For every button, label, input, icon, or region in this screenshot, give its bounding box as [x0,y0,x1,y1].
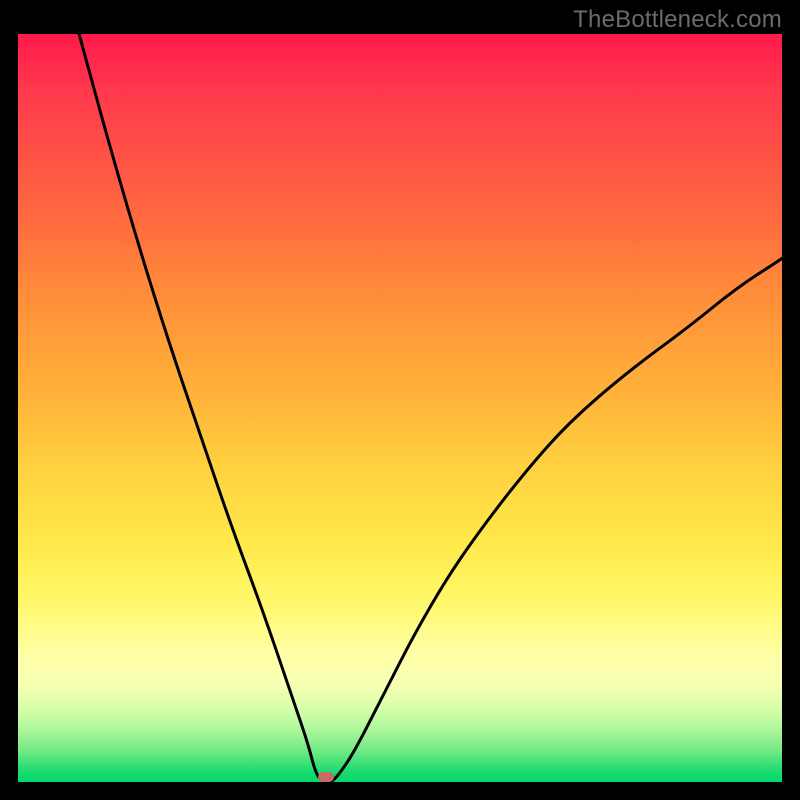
bottleneck-curve [18,34,782,782]
plot-area [18,34,782,782]
watermark-text: TheBottleneck.com [573,6,782,34]
minimum-marker [318,772,334,782]
chart-frame [18,34,782,782]
